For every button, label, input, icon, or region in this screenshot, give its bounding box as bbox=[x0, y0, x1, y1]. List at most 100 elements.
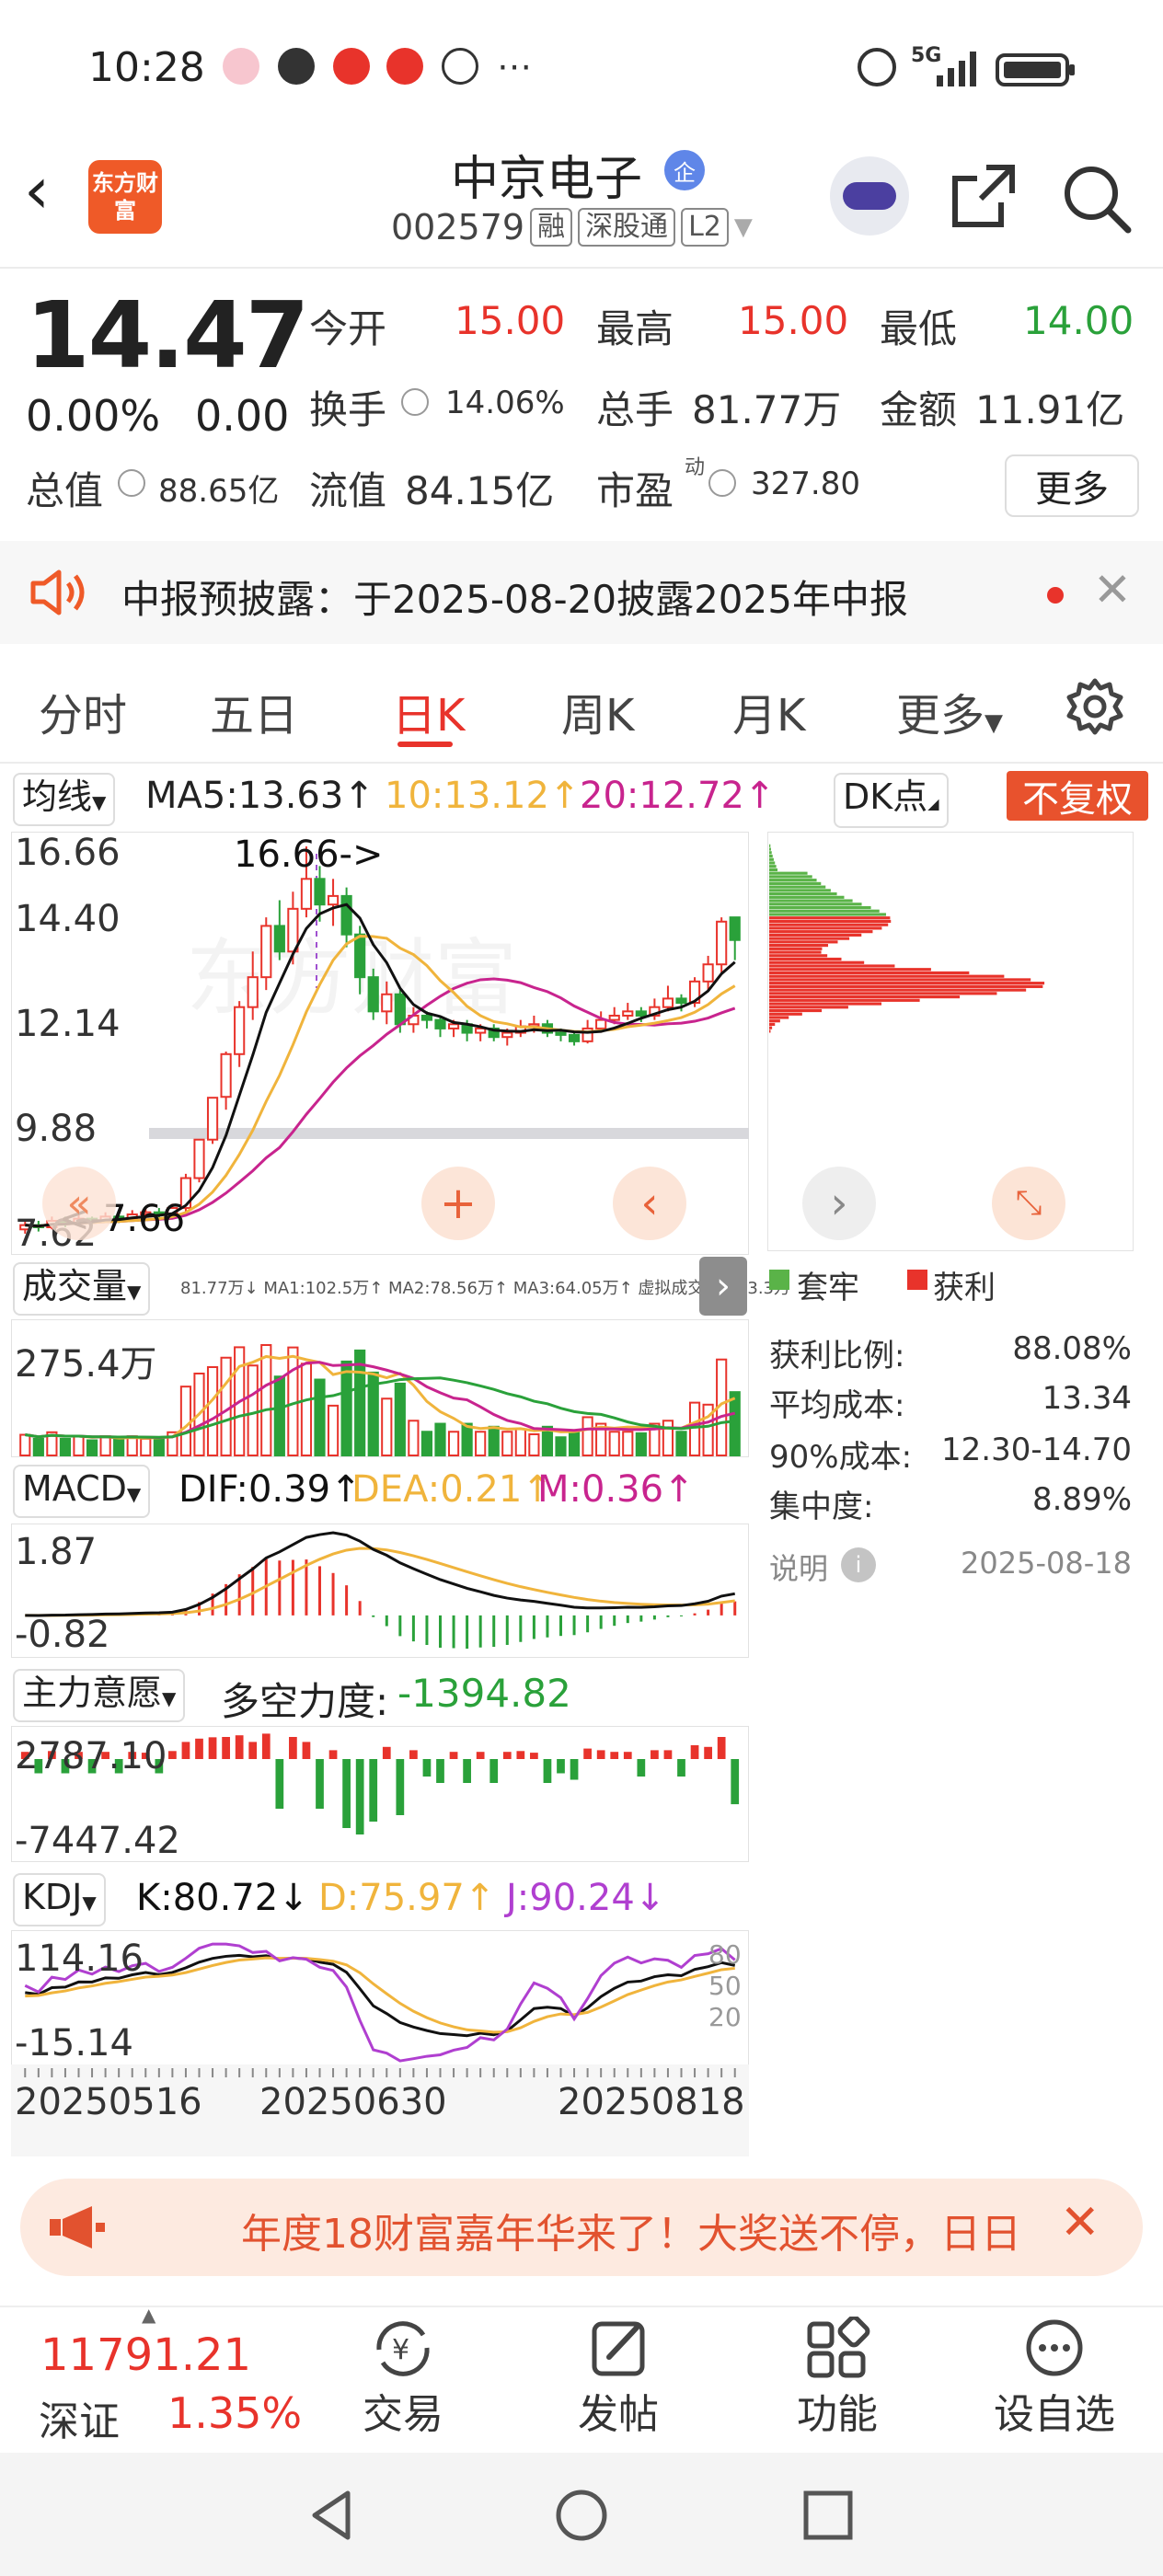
main-force-chip-label: 主力意愿 bbox=[22, 1673, 163, 1713]
volume-bar bbox=[434, 1422, 446, 1457]
zoom-in-button[interactable]: + bbox=[421, 1167, 495, 1240]
tab-daily-k[interactable]: 日K bbox=[392, 679, 465, 743]
adjustment-button[interactable]: 不复权 bbox=[1007, 771, 1148, 821]
chip-bar bbox=[769, 998, 920, 1002]
enterprise-badge[interactable]: 企 bbox=[664, 150, 705, 190]
dropdown-triangle-icon: ▼ bbox=[82, 1892, 97, 1914]
note-label[interactable]: 说明 bbox=[769, 1546, 828, 1588]
candle-body bbox=[675, 997, 687, 1005]
nav-recents-icon[interactable] bbox=[802, 2490, 854, 2541]
candle-body bbox=[729, 916, 741, 941]
index-name[interactable]: 深证 bbox=[39, 2388, 120, 2447]
chip-bar bbox=[769, 992, 997, 995]
info-dots-icon[interactable] bbox=[708, 469, 736, 497]
tab-five-day[interactable]: 五日 bbox=[210, 679, 298, 743]
post-button[interactable]: 发帖 bbox=[535, 2307, 701, 2445]
main-force-bar bbox=[235, 1735, 244, 1759]
dk-point-selector[interactable]: DK点◢ bbox=[834, 773, 949, 828]
main-force-tick-bottom: -7447.42 bbox=[15, 1820, 180, 1862]
kdj-selector[interactable]: KDJ▼ bbox=[13, 1873, 106, 1926]
tab-more[interactable]: 更多▼ bbox=[896, 679, 1003, 743]
chip-bar bbox=[769, 988, 1027, 992]
assistant-avatar[interactable] bbox=[830, 156, 909, 236]
main-force-bar bbox=[328, 1750, 338, 1759]
tab-monthly-k[interactable]: 月K bbox=[732, 679, 805, 743]
candle-body bbox=[220, 1052, 232, 1098]
scroll-left-far-button[interactable]: « bbox=[42, 1167, 116, 1240]
candle-body bbox=[193, 1138, 205, 1179]
main-force-selector[interactable]: 主力意愿▼ bbox=[13, 1669, 186, 1722]
candle-body bbox=[327, 894, 340, 906]
macd-selector[interactable]: MACD▼ bbox=[13, 1465, 151, 1518]
settings-gear-icon[interactable] bbox=[1065, 677, 1124, 736]
active-tab-indicator bbox=[397, 742, 453, 747]
trade-button[interactable]: ¥ 交易 bbox=[320, 2307, 486, 2445]
info-dots-icon[interactable] bbox=[118, 469, 145, 497]
chip-bar bbox=[769, 844, 771, 847]
volume-bar bbox=[488, 1425, 500, 1457]
kdj-level-20: 20 bbox=[708, 2002, 742, 2032]
chip-bar bbox=[769, 974, 1005, 978]
stock-code-row: 002579 融 深股通 L2 ▼ bbox=[391, 207, 753, 247]
header-divider bbox=[0, 267, 1163, 269]
chip-bar bbox=[769, 851, 772, 855]
chip-next-button[interactable]: › bbox=[802, 1167, 876, 1240]
turnover-value: 14.06% bbox=[445, 385, 565, 421]
add-watchlist-label: 设自选 bbox=[994, 2391, 1115, 2438]
pe-label: 市盈 bbox=[596, 468, 674, 513]
scroll-left-button[interactable]: ‹ bbox=[613, 1167, 686, 1240]
share-icon[interactable] bbox=[950, 162, 1018, 230]
app-logo[interactable]: 东方财富 bbox=[88, 160, 162, 234]
chip-bar bbox=[769, 881, 822, 885]
volume-bar bbox=[314, 1378, 326, 1456]
volume-bar bbox=[206, 1366, 219, 1456]
index-value[interactable]: 11791.21 bbox=[40, 2329, 251, 2381]
main-force-bar bbox=[489, 1759, 499, 1783]
avg-cost-value: 13.34 bbox=[1042, 1380, 1132, 1417]
chip-bar bbox=[769, 954, 828, 958]
features-button[interactable]: 功能 bbox=[754, 2307, 920, 2445]
open-label: 今开 bbox=[309, 306, 387, 351]
dk-label: DK点 bbox=[843, 776, 928, 817]
nav-back-icon[interactable] bbox=[305, 2488, 361, 2543]
speaker-icon bbox=[30, 569, 85, 615]
info-dots-icon[interactable] bbox=[401, 388, 429, 416]
volume-selector[interactable]: 成交量▼ bbox=[13, 1262, 151, 1316]
tab-weekly-k[interactable]: 周K bbox=[561, 679, 634, 743]
profit-ratio-value: 88.08% bbox=[1012, 1330, 1132, 1367]
more-quote-button[interactable]: 更多 bbox=[1005, 454, 1139, 517]
promo-close-icon[interactable]: ✕ bbox=[1060, 2195, 1100, 2250]
unread-dot bbox=[1047, 587, 1064, 604]
chip-bar bbox=[769, 950, 822, 954]
candle-body bbox=[340, 894, 352, 936]
nav-home-icon[interactable] bbox=[554, 2488, 609, 2543]
index-change[interactable]: 1.35% bbox=[167, 2388, 302, 2438]
video-app-icon bbox=[333, 48, 370, 85]
add-watchlist-button[interactable]: 设自选 bbox=[972, 2307, 1137, 2445]
price-tick-2: 14.40 bbox=[15, 898, 121, 940]
ma-selector[interactable]: 均线▼ bbox=[13, 773, 116, 826]
tab-intraday[interactable]: 分时 bbox=[39, 679, 127, 743]
search-icon[interactable] bbox=[1060, 162, 1134, 236]
expand-icon[interactable]: ⤡ bbox=[992, 1167, 1065, 1240]
macd-m: M:0.36↑ bbox=[537, 1468, 695, 1511]
back-button[interactable]: ‹ bbox=[24, 158, 50, 223]
macd-dif: DIF:0.39↑ bbox=[178, 1468, 362, 1511]
mktcap-label: 总值 bbox=[26, 468, 104, 513]
volume-bar bbox=[73, 1435, 85, 1456]
macd-tick-top: 1.87 bbox=[15, 1531, 98, 1573]
chip-bar bbox=[769, 982, 1045, 985]
chip-bar bbox=[769, 930, 873, 934]
chip-bar bbox=[769, 1002, 882, 1006]
info-icon[interactable]: i bbox=[841, 1547, 876, 1582]
chip-bar bbox=[769, 1006, 848, 1009]
trade-label: 交易 bbox=[363, 2391, 443, 2438]
dropdown-triangle-icon[interactable]: ▼ bbox=[734, 213, 753, 241]
grid-apps-icon bbox=[807, 2317, 870, 2378]
candle-body bbox=[300, 878, 313, 910]
chip-bar bbox=[769, 964, 895, 968]
kdj-level-80: 80 bbox=[708, 1939, 742, 1970]
date-label-mid: 20250630 bbox=[259, 2081, 447, 2123]
notice-close-icon[interactable]: ✕ bbox=[1093, 563, 1132, 616]
expand-panel-button[interactable]: › bbox=[699, 1257, 747, 1316]
